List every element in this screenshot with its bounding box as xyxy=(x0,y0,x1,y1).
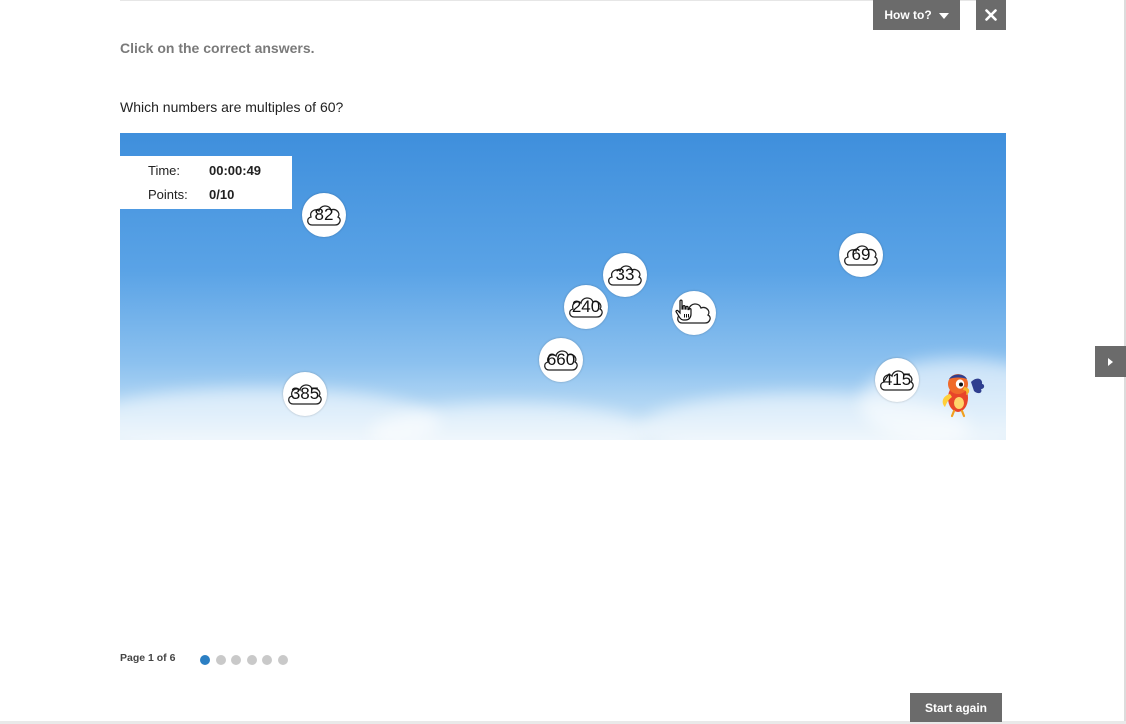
close-button[interactable] xyxy=(976,0,1006,30)
page-indicator: Page 1 of 6 xyxy=(120,652,176,664)
number-bubble[interactable]: 660 xyxy=(539,338,583,382)
hand-pointer-icon xyxy=(675,299,692,321)
page-dots xyxy=(200,655,288,665)
exercise-page: How to? Click on the correct answers. Wh… xyxy=(0,0,1126,724)
number-bubble-hovered[interactable] xyxy=(672,291,716,335)
bubble-number: 240 xyxy=(571,297,601,316)
points-value: 0/10 xyxy=(209,187,235,202)
page-dot-6[interactable] xyxy=(277,655,288,665)
bubble-number: 82 xyxy=(314,205,334,224)
number-bubble[interactable]: 415 xyxy=(875,358,919,402)
bubble-number: 33 xyxy=(615,265,635,284)
time-value: 00:00:49 xyxy=(209,163,262,178)
instruction-text: Click on the correct answers. xyxy=(120,40,315,56)
number-bubble[interactable]: 82 xyxy=(302,193,346,237)
number-bubble[interactable]: 240 xyxy=(564,285,608,329)
next-arrow-button[interactable] xyxy=(1095,346,1126,377)
bubble-number: 415 xyxy=(882,370,912,389)
page-dot-4[interactable] xyxy=(246,655,257,665)
number-bubble[interactable]: 69 xyxy=(839,233,883,277)
stats-panel: Time: 00:00:49 Points: 0/10 xyxy=(120,156,292,209)
page-dot-3[interactable] xyxy=(231,655,241,665)
number-bubble[interactable]: 385 xyxy=(283,372,327,416)
points-label: Points: xyxy=(148,187,188,202)
page-dot-5[interactable] xyxy=(262,655,272,665)
points-row: Points: 0/10 xyxy=(148,187,234,202)
how-to-button[interactable]: How to? xyxy=(873,0,960,30)
play-arrow-icon xyxy=(1108,357,1113,366)
how-to-label: How to? xyxy=(884,8,932,22)
time-label: Time: xyxy=(148,163,181,178)
question-text: Which numbers are multiples of 60? xyxy=(120,99,344,115)
bubble-number: 69 xyxy=(851,245,871,264)
bubble-number: 385 xyxy=(290,384,320,403)
page-dot-1[interactable] xyxy=(200,655,210,665)
time-row: Time: 00:00:49 xyxy=(148,163,261,178)
bubble-number: 660 xyxy=(546,350,576,369)
page-dot-2[interactable] xyxy=(215,655,226,665)
start-again-button[interactable]: Start again xyxy=(910,693,1002,722)
close-icon xyxy=(985,9,997,21)
parrot-mascot-icon xyxy=(942,374,985,418)
caret-down-icon xyxy=(938,12,949,19)
number-bubble[interactable]: 33 xyxy=(603,253,647,297)
